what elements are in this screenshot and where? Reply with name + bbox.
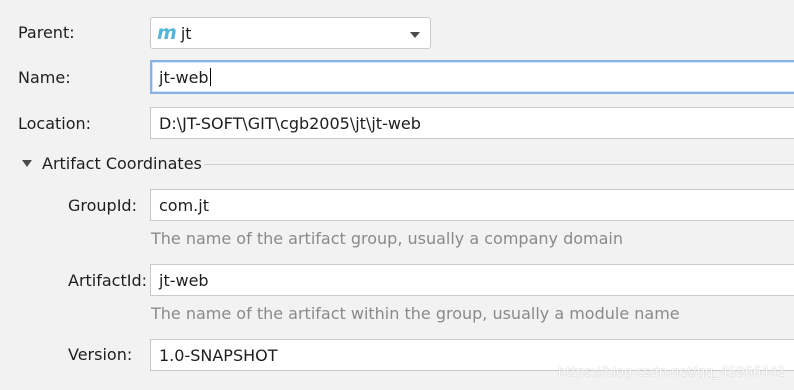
groupid-input[interactable]: com.jt: [150, 189, 794, 221]
section-divider: [204, 164, 794, 165]
artifactid-hint: The name of the artifact within the grou…: [151, 304, 680, 323]
name-label: Name:: [18, 68, 71, 87]
parent-select[interactable]: m jt: [150, 17, 431, 49]
groupid-hint: The name of the artifact group, usually …: [151, 229, 623, 248]
parent-label: Parent:: [18, 23, 75, 42]
groupid-label: GroupId:: [68, 196, 137, 215]
location-input-value: D:\JT-SOFT\GIT\cgb2005\jt\jt-web: [159, 113, 421, 133]
collapse-triangle-icon[interactable]: [22, 160, 32, 167]
version-label: Version:: [68, 345, 133, 364]
artifact-coordinates-title[interactable]: Artifact Coordinates: [42, 154, 202, 174]
location-label: Location:: [18, 114, 92, 133]
watermark-text: https://blog.csdn.net/qq_45966441: [557, 365, 786, 380]
chevron-down-icon[interactable]: [410, 32, 420, 38]
text-caret: [209, 68, 211, 86]
maven-module-icon: m: [157, 22, 177, 44]
version-input-value: 1.0-SNAPSHOT: [159, 345, 278, 365]
artifactid-input-value: jt-web: [159, 270, 209, 290]
location-input[interactable]: D:\JT-SOFT\GIT\cgb2005\jt\jt-web: [150, 107, 794, 139]
name-input[interactable]: jt-web: [150, 60, 794, 94]
artifactid-label: ArtifactId:: [68, 271, 148, 290]
name-input-value: jt-web: [159, 67, 209, 87]
artifactid-input[interactable]: jt-web: [150, 264, 794, 296]
parent-select-value: jt: [180, 23, 192, 43]
groupid-input-value: com.jt: [159, 195, 209, 215]
